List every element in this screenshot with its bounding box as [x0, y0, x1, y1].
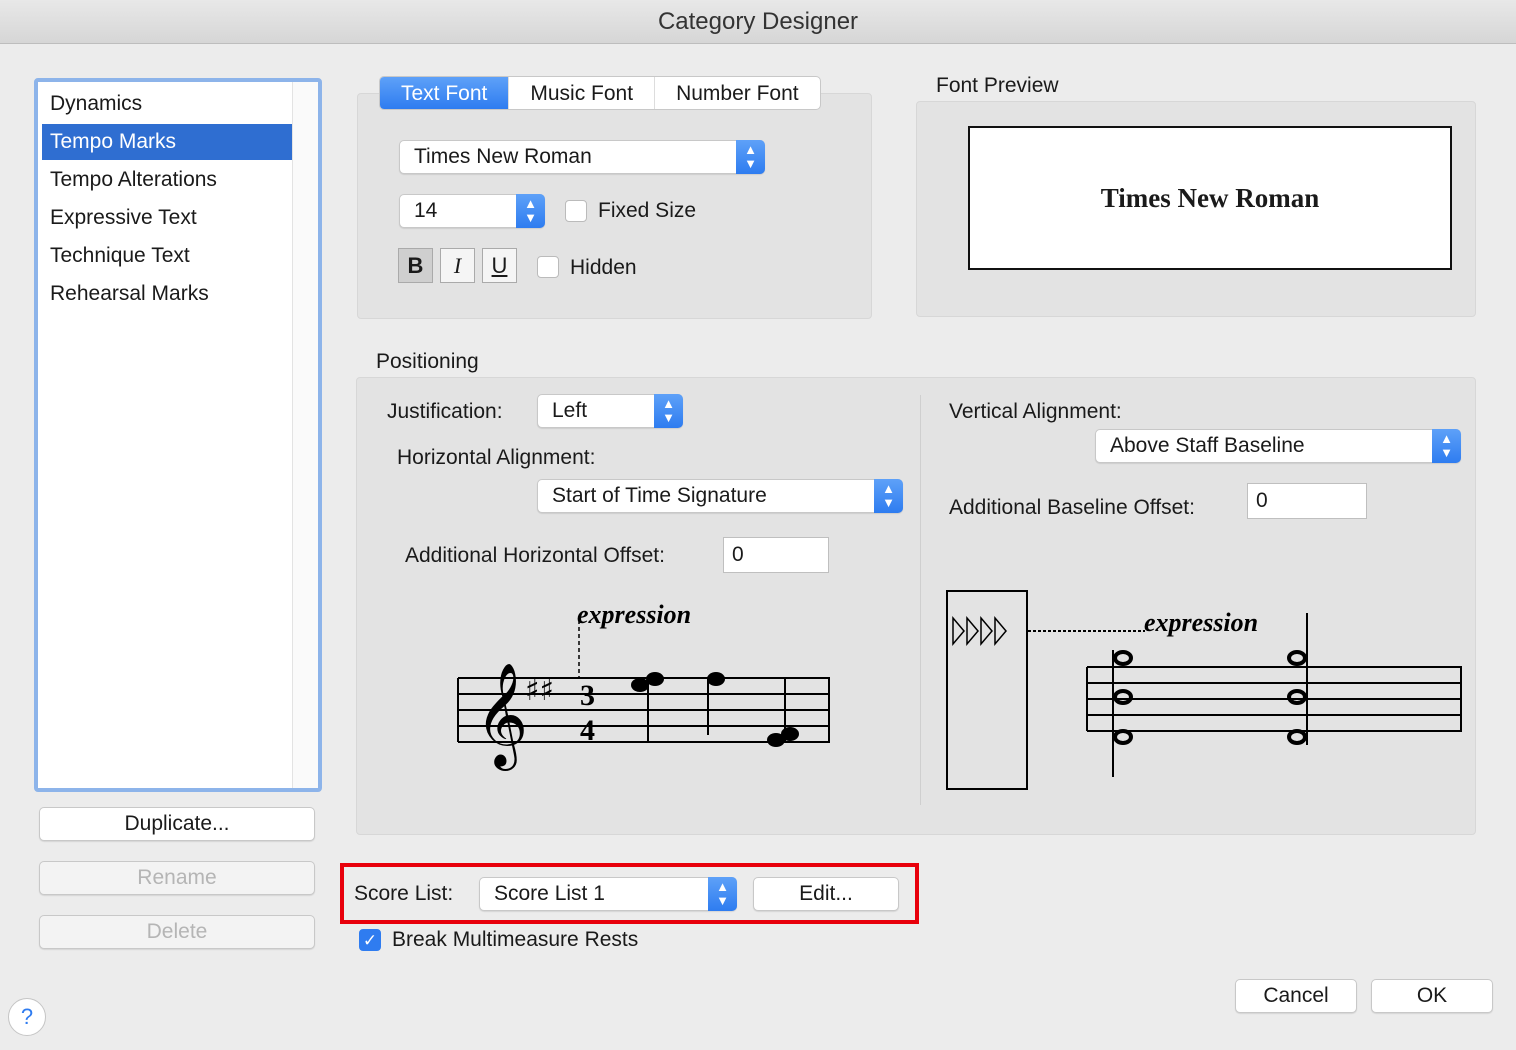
tab-text-font[interactable]: Text Font: [380, 77, 510, 109]
cancel-button[interactable]: Cancel: [1235, 979, 1357, 1013]
justification-value: Left: [552, 399, 588, 422]
list-item[interactable]: Technique Text: [42, 238, 292, 274]
chevron-updown-icon: ▲ ▼: [654, 394, 683, 428]
font-size-combo[interactable]: 14 ▲ ▼: [399, 194, 545, 228]
hidden-checkbox[interactable]: [537, 256, 559, 278]
list-scrollbar[interactable]: [292, 82, 318, 788]
tab-number-font[interactable]: Number Font: [655, 77, 820, 109]
fixed-size-label: Fixed Size: [598, 199, 697, 222]
font-family-value: Times New Roman: [414, 145, 592, 168]
list-item[interactable]: Tempo Marks: [42, 124, 292, 160]
note-head: [707, 672, 725, 686]
half-notes: [1113, 650, 1307, 745]
justification-select[interactable]: Left ▲ ▼: [537, 394, 683, 428]
positioning-label: Positioning: [376, 350, 479, 373]
list-item[interactable]: Dynamics: [42, 86, 292, 122]
break-mm-rests-checkbox[interactable]: ✓: [359, 929, 381, 951]
vertical-alignment-select[interactable]: Above Staff Baseline ▲ ▼: [1095, 429, 1461, 463]
category-list[interactable]: Dynamics Tempo Marks Tempo Alterations E…: [34, 78, 322, 792]
divider: [920, 395, 921, 805]
h-offset-input[interactable]: 0: [723, 537, 829, 573]
rename-button[interactable]: Rename: [39, 861, 315, 895]
duplicate-button[interactable]: Duplicate...: [39, 807, 315, 841]
score-list-label: Score List:: [354, 882, 454, 905]
vertical-alignment-label: Vertical Alignment:: [949, 400, 1122, 423]
delete-button[interactable]: Delete: [39, 915, 315, 949]
expression-text: expression: [1144, 608, 1258, 637]
fixed-size-checkbox[interactable]: [565, 200, 587, 222]
font-tabs: Text Font Music Font Number Font: [379, 76, 821, 110]
list-item[interactable]: Rehearsal Marks: [42, 276, 292, 312]
score-list-value: Score List 1: [494, 882, 605, 905]
vertical-alignment-illustration: expression: [946, 590, 1462, 790]
expression-text: expression: [577, 600, 691, 629]
font-size-value: 14: [414, 199, 438, 222]
ok-button[interactable]: OK: [1371, 979, 1493, 1013]
time-signature-3: 3: [580, 679, 595, 712]
horizontal-alignment-select[interactable]: Start of Time Signature ▲ ▼: [537, 479, 903, 513]
window-title: Category Designer: [0, 0, 1516, 44]
time-signature-4: 4: [580, 714, 595, 747]
chevron-updown-icon: ▲ ▼: [736, 140, 765, 174]
list-item[interactable]: Tempo Alterations: [42, 162, 292, 198]
chevron-updown-icon: ▲ ▼: [1432, 429, 1461, 463]
tab-music-font[interactable]: Music Font: [509, 77, 656, 109]
hidden-label: Hidden: [570, 256, 637, 279]
chevron-updown-icon: ▲ ▼: [708, 877, 737, 911]
treble-clef-icon: 𝄞: [475, 662, 528, 771]
list-item[interactable]: Expressive Text: [42, 200, 292, 236]
break-mm-rests-label: Break Multimeasure Rests: [392, 928, 639, 951]
sharp-icon: ♯♯: [525, 673, 554, 708]
h-offset-label: Additional Horizontal Offset:: [405, 544, 665, 567]
font-preview-label: Font Preview: [936, 74, 1059, 97]
edit-score-list-button[interactable]: Edit...: [753, 877, 899, 911]
font-preview-box: Times New Roman: [968, 126, 1452, 270]
note-head: [646, 672, 664, 686]
bold-button[interactable]: B: [398, 248, 433, 283]
justification-label: Justification:: [387, 400, 503, 423]
horizontal-alignment-illustration: 𝄞 ♯♯ 3 4 expression: [457, 600, 830, 771]
triangle-icons: [952, 615, 1007, 647]
baseline-offset-label: Additional Baseline Offset:: [949, 496, 1195, 519]
chevron-updown-icon: ▲ ▼: [874, 479, 903, 513]
underline-button[interactable]: U: [482, 248, 517, 283]
font-family-select[interactable]: Times New Roman ▲ ▼: [399, 140, 765, 174]
horizontal-alignment-label: Horizontal Alignment:: [397, 446, 596, 469]
baseline-offset-input[interactable]: 0: [1247, 483, 1367, 519]
help-button[interactable]: ?: [8, 998, 46, 1036]
note-head: [781, 727, 799, 741]
score-list-select[interactable]: Score List 1 ▲ ▼: [479, 877, 737, 911]
italic-button[interactable]: I: [440, 248, 475, 283]
horizontal-alignment-value: Start of Time Signature: [552, 484, 767, 507]
vertical-alignment-value: Above Staff Baseline: [1110, 434, 1305, 457]
chevron-updown-icon: ▲ ▼: [516, 194, 545, 228]
